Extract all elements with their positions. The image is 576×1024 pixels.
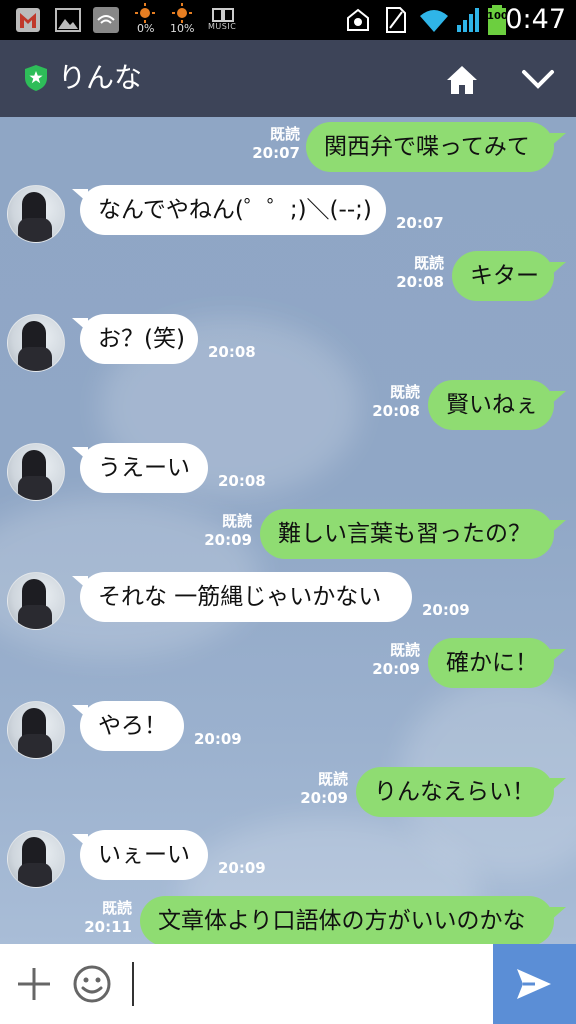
clock: 0:47 [505, 4, 566, 35]
chat-title: りんな [58, 61, 143, 94]
message-time: 20:09 [218, 859, 266, 877]
wifi-icon [420, 10, 448, 32]
message-bubble-out[interactable]: りんなえらい！ [356, 767, 554, 817]
chevron-down-icon[interactable] [518, 62, 558, 98]
cpu-sun-icon-1 [135, 3, 155, 23]
no-sim-icon [386, 7, 406, 33]
nifmo-icon [93, 7, 119, 33]
message-meta: 既読 20:11 [80, 899, 132, 937]
text-cursor [132, 962, 134, 1006]
read-receipt: 既読 [389, 641, 420, 659]
mcafee-icon [16, 8, 40, 32]
home-icon[interactable] [444, 62, 480, 98]
avatar[interactable] [7, 701, 65, 759]
message-bubble-in[interactable]: お？(笑) [80, 314, 198, 364]
music-icon [212, 8, 234, 22]
message-time: 20:09 [422, 601, 470, 619]
message-time: 20:09 [194, 730, 242, 748]
message-time: 20:08 [372, 402, 420, 420]
message-bubble-out[interactable]: 文章体より口語体の方がいいのかな [140, 896, 554, 944]
avatar[interactable] [7, 314, 65, 372]
official-account-shield-icon [25, 65, 47, 91]
send-button[interactable] [493, 944, 576, 1024]
avatar[interactable] [7, 185, 65, 243]
avatar[interactable] [7, 830, 65, 888]
gallery-icon [55, 8, 81, 32]
status-bar: 0% 10% MUSIC 100 0:47 [0, 0, 576, 40]
signal-icon [457, 8, 479, 32]
emoji-icon[interactable] [72, 964, 112, 1004]
notification-icon [347, 8, 369, 31]
message-time: 20:08 [218, 472, 266, 490]
music-label: MUSIC [208, 22, 237, 31]
message-bubble-out[interactable]: 賢いねぇ [428, 380, 554, 430]
read-receipt: 既読 [389, 383, 420, 401]
message-meta: 既読 20:08 [368, 383, 420, 421]
read-receipt: 既読 [413, 254, 444, 272]
read-receipt: 既読 [221, 512, 252, 530]
chat-area[interactable]: 既読 20:07 関西弁で喋ってみて なんでやねん(゜゜;)＼(--;) 20:… [0, 117, 576, 944]
message-meta: 既読 20:09 [368, 641, 420, 679]
message-bubble-in[interactable]: いぇーい [80, 830, 208, 880]
message-meta: 既読 20:08 [392, 254, 444, 292]
read-receipt: 既読 [317, 770, 348, 788]
message-meta: 既読 20:09 [296, 770, 348, 808]
message-bubble-out[interactable]: 難しい言葉も習ったの？ [260, 509, 554, 559]
read-receipt: 既読 [101, 899, 132, 917]
message-bubble-out[interactable]: 関西弁で喋ってみて [306, 122, 554, 172]
message-bubble-out[interactable]: 確かに！ [428, 638, 554, 688]
avatar[interactable] [7, 572, 65, 630]
message-time: 20:07 [252, 144, 300, 162]
message-time: 20:08 [208, 343, 256, 361]
avatar[interactable] [7, 443, 65, 501]
cpu-percent-2: 10% [170, 22, 195, 35]
message-input[interactable] [140, 958, 484, 1012]
message-bubble-in[interactable]: なんでやねん(゜゜;)＼(--;) [80, 185, 386, 235]
message-bubble-in[interactable]: うえーい [80, 443, 208, 493]
message-time: 20:09 [372, 660, 420, 678]
message-bubble-in[interactable]: やろ！ [80, 701, 184, 751]
message-meta: 既読 20:09 [200, 512, 252, 550]
chat-header: りんな [0, 40, 576, 117]
message-time: 20:11 [84, 918, 132, 936]
message-time: 20:09 [204, 531, 252, 549]
message-time: 20:08 [396, 273, 444, 291]
message-bubble-out[interactable]: キター [452, 251, 554, 301]
cpu-sun-icon-2 [172, 3, 192, 23]
cpu-percent-1: 0% [137, 22, 155, 35]
message-time: 20:09 [300, 789, 348, 807]
read-receipt: 既読 [269, 125, 300, 143]
plus-icon[interactable] [16, 966, 52, 1002]
message-time: 20:07 [396, 214, 444, 232]
message-bubble-in[interactable]: それな 一筋縄じゃいかない [80, 572, 412, 622]
message-meta: 既読 20:07 [248, 125, 300, 163]
send-icon [517, 969, 551, 999]
message-input-bar [0, 944, 576, 1024]
